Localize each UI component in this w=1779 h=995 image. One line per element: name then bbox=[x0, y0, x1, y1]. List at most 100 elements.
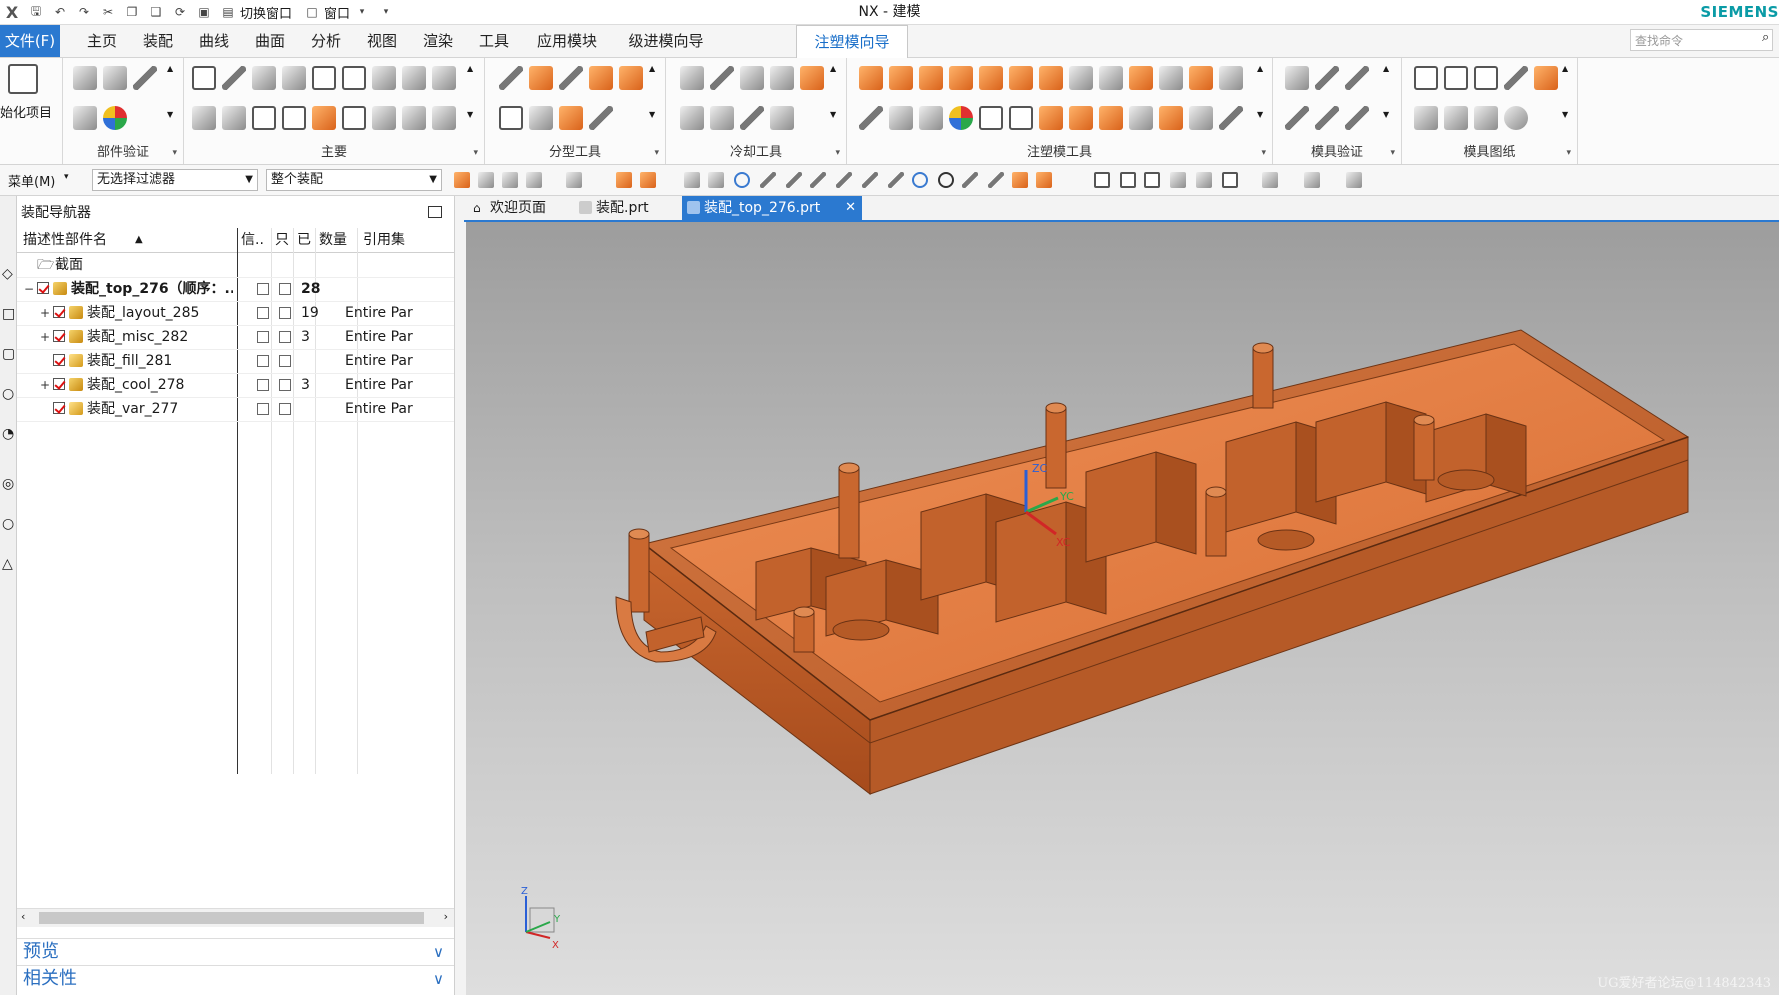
snap-pole-icon[interactable] bbox=[1012, 172, 1028, 188]
runner-icon[interactable] bbox=[252, 106, 276, 130]
snap-bounded-grid-icon[interactable] bbox=[988, 172, 1004, 188]
slider-lifter-icon[interactable] bbox=[432, 66, 456, 90]
column-header-quantity[interactable]: 数量 bbox=[319, 228, 347, 252]
snap-point-on-curve-icon[interactable] bbox=[912, 172, 928, 188]
workpiece-icon[interactable] bbox=[252, 66, 276, 90]
split-faces-icon[interactable] bbox=[589, 106, 613, 130]
bill-of-material-icon[interactable] bbox=[342, 106, 366, 130]
mold-trim-icon[interactable] bbox=[889, 106, 913, 130]
reference-blend-icon[interactable] bbox=[1069, 66, 1093, 90]
component-drawing-icon[interactable] bbox=[1444, 66, 1468, 90]
selection-scope-select[interactable]: 整个装配 ▼ bbox=[266, 169, 442, 191]
wireframe-icon[interactable] bbox=[1196, 172, 1212, 188]
define-cavity-core-icon[interactable] bbox=[619, 66, 643, 90]
parting-line-icon[interactable] bbox=[499, 66, 523, 90]
sub-insert-icon[interactable] bbox=[192, 106, 216, 130]
parting-surface-icon[interactable] bbox=[529, 66, 553, 90]
guide-line-icon[interactable] bbox=[559, 66, 583, 90]
fit-view-icon[interactable] bbox=[1094, 172, 1110, 188]
backup-parting-icon[interactable] bbox=[559, 106, 583, 130]
split-solid-icon[interactable] bbox=[1159, 66, 1183, 90]
parting-check-icon[interactable] bbox=[1129, 106, 1153, 130]
ejector-pin-icon[interactable] bbox=[402, 66, 426, 90]
expand-icon[interactable]: + bbox=[39, 373, 51, 397]
initialize-project-icon[interactable] bbox=[8, 64, 38, 94]
scroll-up-icon[interactable]: ▲ bbox=[1383, 64, 1389, 73]
visibility-checkbox[interactable] bbox=[37, 282, 49, 294]
menu-button[interactable]: 菜单(M) bbox=[8, 171, 55, 190]
assembly-navigator-tab-icon[interactable]: ◇ bbox=[2, 266, 14, 282]
chevron-down-icon[interactable]: ∨ bbox=[433, 966, 444, 992]
scroll-down-icon[interactable]: ▼ bbox=[830, 110, 836, 119]
weld-icon[interactable] bbox=[919, 106, 943, 130]
expand-icon[interactable]: + bbox=[39, 325, 51, 349]
navigator-row-section[interactable]: 🗁 截面 bbox=[17, 253, 454, 278]
work-part-icon[interactable] bbox=[640, 172, 656, 188]
tab-welcome-page[interactable]: ⌂ 欢迎页面 bbox=[468, 196, 570, 220]
mold-validation-icon[interactable] bbox=[1285, 66, 1309, 90]
hole-manufacturing-note-icon[interactable] bbox=[1534, 66, 1558, 90]
component-filter-icon[interactable] bbox=[616, 172, 632, 188]
standard-part-icon[interactable] bbox=[372, 66, 396, 90]
view-manager-icon[interactable] bbox=[372, 106, 396, 130]
shaded-with-edges-icon[interactable] bbox=[1170, 172, 1186, 188]
snap-intersection-icon[interactable] bbox=[836, 172, 852, 188]
tab-tools[interactable]: 工具 bbox=[470, 25, 518, 57]
swap-model-icon[interactable] bbox=[529, 106, 553, 130]
part-navigator-tab-icon[interactable]: ▢ bbox=[2, 346, 15, 362]
maximize-icon[interactable] bbox=[428, 206, 442, 218]
cavity-icon[interactable] bbox=[1069, 106, 1093, 130]
snap-point-on-face-icon[interactable] bbox=[938, 172, 954, 188]
insert-tool-icon[interactable] bbox=[1009, 106, 1033, 130]
tab-applications[interactable]: 应用模块 bbox=[526, 25, 608, 57]
mold-base-icon[interactable] bbox=[342, 66, 366, 90]
check-wall-icon[interactable] bbox=[949, 106, 973, 130]
sort-ascending-icon[interactable]: ▲ bbox=[135, 228, 143, 252]
select-components-icon[interactable] bbox=[478, 172, 494, 188]
constraint-navigator-tab-icon[interactable]: □ bbox=[2, 306, 15, 322]
cooling-drawing-icon[interactable] bbox=[1444, 106, 1468, 130]
zoom-icon[interactable] bbox=[1120, 172, 1136, 188]
extend-channel-icon[interactable] bbox=[740, 66, 764, 90]
shrinkage-icon[interactable] bbox=[73, 106, 97, 130]
wave-control-icon[interactable] bbox=[1219, 66, 1243, 90]
scroll-up-icon[interactable]: ▲ bbox=[1562, 64, 1568, 73]
tab-render[interactable]: 渲染 bbox=[414, 25, 462, 57]
pocket-icon[interactable] bbox=[312, 106, 336, 130]
tab-file[interactable]: 文件(F) bbox=[0, 25, 60, 57]
create-box-icon[interactable] bbox=[859, 66, 883, 90]
snap-tangent-icon[interactable] bbox=[1036, 172, 1052, 188]
snap-quadrant-icon[interactable] bbox=[888, 172, 904, 188]
scroll-left-icon[interactable]: ‹ bbox=[21, 910, 25, 923]
gap-analysis-icon[interactable] bbox=[1315, 106, 1339, 130]
orient-view-icon[interactable] bbox=[1222, 172, 1238, 188]
close-icon[interactable]: ✕ bbox=[845, 196, 856, 220]
snap-control-icon[interactable] bbox=[810, 172, 826, 188]
search-icon[interactable]: ⌕ bbox=[1762, 30, 1769, 45]
column-header-readonly[interactable]: 只 bbox=[275, 228, 289, 252]
tab-view[interactable]: 视图 bbox=[358, 25, 406, 57]
parting-navigator-icon[interactable] bbox=[499, 106, 523, 130]
snap-existing-point-icon[interactable] bbox=[962, 172, 978, 188]
expand-icon[interactable]: + bbox=[39, 301, 51, 325]
navigator-row[interactable]: 装配_var_277 Entire Par bbox=[17, 397, 454, 422]
scroll-right-icon[interactable]: › bbox=[444, 910, 448, 923]
tab-surface[interactable]: 曲面 bbox=[246, 25, 294, 57]
scroll-down-icon[interactable]: ▼ bbox=[167, 110, 173, 119]
solid-patch-icon[interactable] bbox=[1189, 66, 1213, 90]
scroll-down-icon[interactable]: ▼ bbox=[467, 110, 473, 119]
tab-mold-wizard[interactable]: 注塑模向导 bbox=[796, 25, 908, 59]
column-header-reference-set[interactable]: 引用集 bbox=[363, 228, 405, 252]
navigator-row[interactable]: + 装配_layout_285 19 Entire Par bbox=[17, 301, 454, 326]
lifter-tool-icon[interactable] bbox=[1189, 106, 1213, 130]
selection-filter-select[interactable]: 无选择过滤器 ▼ bbox=[92, 169, 258, 191]
tab-home[interactable]: 主页 bbox=[78, 25, 126, 57]
motion-simulation-icon[interactable] bbox=[1345, 66, 1369, 90]
trim-solid-icon[interactable] bbox=[1129, 66, 1153, 90]
family-mold-icon[interactable] bbox=[312, 66, 336, 90]
select-faces-icon[interactable] bbox=[526, 172, 542, 188]
navigator-row[interactable]: + 装配_misc_282 3 Entire Par bbox=[17, 325, 454, 350]
snap-endpoint-icon[interactable] bbox=[760, 172, 776, 188]
chevron-down-icon[interactable]: ∨ bbox=[433, 939, 444, 965]
view-section-icon[interactable] bbox=[1304, 172, 1320, 188]
